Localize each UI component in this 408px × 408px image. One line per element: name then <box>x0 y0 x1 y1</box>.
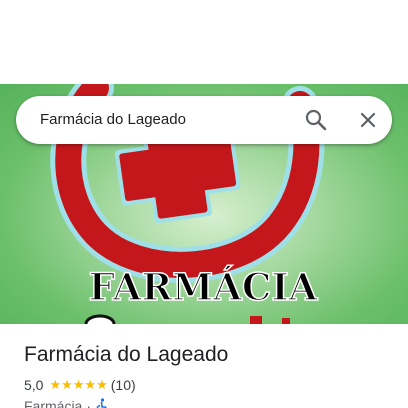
wheelchair-accessible-icon <box>96 398 107 408</box>
place-category: Farmácia <box>24 398 83 408</box>
search-input[interactable]: Farmácia do Lageado <box>40 111 186 128</box>
review-count[interactable]: (10) <box>111 377 136 393</box>
rating-row[interactable]: 5,0 ★★★★★ (10) <box>24 376 136 394</box>
rating-value: 5,0 <box>24 377 44 393</box>
separator-dot: · <box>86 398 92 408</box>
search-bar[interactable]: Farmácia do Lageado <box>16 96 392 144</box>
logo-subtext-fragments <box>84 314 290 324</box>
search-icon <box>305 109 327 131</box>
close-icon <box>360 112 376 128</box>
clear-search-button[interactable] <box>352 104 384 136</box>
search-button[interactable] <box>300 104 332 136</box>
rating-stars: ★★★★★ <box>49 377 108 392</box>
logo-text: FARMÁCIA <box>89 265 319 309</box>
top-blank-area <box>0 0 408 84</box>
category-row: Farmácia · <box>24 397 109 408</box>
place-title: Farmácia do Lageado <box>24 343 229 366</box>
place-info-panel[interactable]: Farmácia do Lageado 5,0 ★★★★★ (10) Farmá… <box>0 324 408 408</box>
